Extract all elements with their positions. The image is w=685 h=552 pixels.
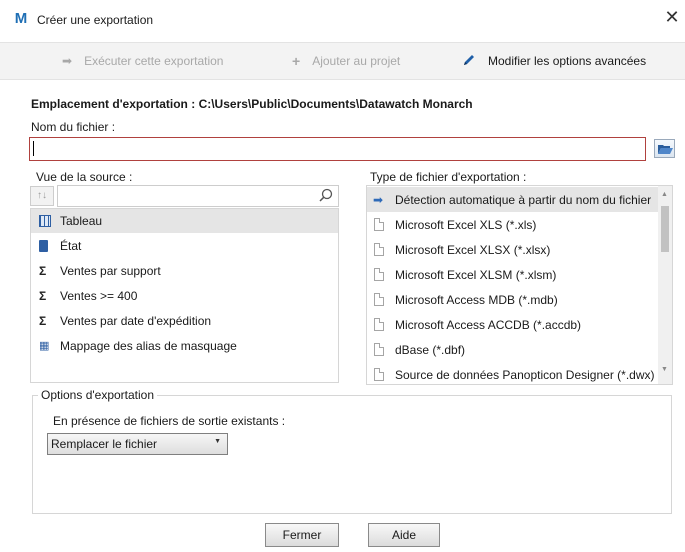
list-item-label: Tableau — [60, 214, 103, 228]
file-icon — [374, 343, 384, 356]
list-item-label: Source de données Panopticon Designer (*… — [395, 367, 655, 382]
mask-alias-icon: ▦ — [39, 340, 50, 352]
advanced-options-button[interactable]: Modifier les options avancées — [462, 43, 646, 79]
file-type-xlsm[interactable]: Microsoft Excel XLSM (*.xlsm) — [367, 262, 660, 287]
list-item-label: Ventes par date d'expédition — [60, 314, 212, 328]
file-type-dbf[interactable]: dBase (*.dbf) — [367, 337, 660, 362]
list-item-label: Mappage des alias de masquage — [60, 339, 237, 353]
file-type-list: ➡ Détection automatique à partir du nom … — [366, 185, 673, 385]
advanced-options-label: Modifier les options avancées — [488, 54, 647, 68]
file-type-scrollbar[interactable]: ▲ ▼ — [658, 186, 672, 384]
summary-icon: Σ — [39, 314, 47, 328]
add-to-project-label: Ajouter au projet — [312, 54, 401, 68]
source-item-ventes-400[interactable]: Σ Ventes >= 400 — [31, 284, 338, 308]
toolbar: ➡ Exécuter cette exportation + Ajouter a… — [0, 42, 685, 80]
list-item-label: Détection automatique à partir du nom du… — [395, 192, 652, 207]
file-type-mdb[interactable]: Microsoft Access MDB (*.mdb) — [367, 287, 660, 312]
file-type-xlsx[interactable]: Microsoft Excel XLSX (*.xlsx) — [367, 237, 660, 262]
list-item-label: Ventes par support — [60, 264, 161, 278]
source-view-label: Vue de la source : — [36, 170, 133, 184]
list-item-label: Ventes >= 400 — [60, 289, 138, 303]
filename-input[interactable] — [29, 137, 646, 161]
pencil-icon — [462, 53, 476, 70]
window-title: Créer une exportation — [37, 13, 154, 27]
scroll-up-icon[interactable]: ▲ — [661, 191, 668, 198]
browse-folder-button[interactable] — [654, 139, 675, 158]
source-item-tableau[interactable]: Tableau — [31, 209, 338, 233]
list-item-label: Microsoft Excel XLS (*.xls) — [395, 217, 537, 232]
auto-detect-arrow-icon: ➡ — [373, 192, 384, 207]
run-export-label: Exécuter cette exportation — [84, 54, 224, 68]
source-item-ventes-par-date[interactable]: Σ Ventes par date d'expédition — [31, 309, 338, 333]
export-location-path: C:\Users\Public\Documents\Datawatch Mona… — [198, 97, 473, 111]
help-button[interactable]: Aide — [368, 523, 440, 547]
table-icon — [39, 215, 51, 227]
file-type-accdb[interactable]: Microsoft Access ACCDB (*.accdb) — [367, 312, 660, 337]
file-icon — [374, 218, 384, 231]
chevron-down-icon: ▼ — [214, 438, 221, 445]
file-icon — [374, 243, 384, 256]
file-type-xls[interactable]: Microsoft Excel XLS (*.xls) — [367, 212, 660, 237]
file-type-label: Type de fichier d'exportation : — [370, 170, 527, 184]
close-button[interactable]: Fermer — [265, 523, 339, 547]
export-options-legend: Options d'exportation — [38, 388, 158, 402]
source-item-mappage-alias[interactable]: ▦ Mappage des alias de masquage — [31, 334, 338, 358]
close-window-button[interactable]: ✕ — [661, 7, 683, 29]
file-icon — [374, 293, 384, 306]
summary-icon: Σ — [39, 289, 47, 303]
folder-open-icon — [658, 145, 673, 154]
list-item-label: État — [60, 239, 82, 253]
search-icon[interactable] — [319, 188, 333, 205]
source-search-input[interactable] — [57, 185, 339, 207]
report-icon — [39, 240, 48, 252]
add-to-project-button[interactable]: + Ajouter au projet — [292, 43, 400, 79]
file-icon — [374, 318, 384, 331]
existing-files-value: Remplacer le fichier — [51, 437, 158, 451]
file-icon — [374, 268, 384, 281]
list-item-label: dBase (*.dbf) — [395, 342, 466, 357]
app-logo-icon: M — [14, 10, 28, 27]
list-item-label: Microsoft Excel XLSX (*.xlsx) — [395, 242, 551, 257]
filename-label: Nom du fichier : — [31, 120, 116, 134]
existing-files-select[interactable]: Remplacer le fichier ▼ — [47, 433, 228, 455]
plus-icon: + — [292, 53, 301, 69]
file-type-auto-detect[interactable]: ➡ Détection automatique à partir du nom … — [367, 187, 660, 212]
source-item-etat[interactable]: État — [31, 234, 338, 258]
run-arrow-icon: ➡ — [62, 54, 73, 68]
file-type-dwx[interactable]: Source de données Panopticon Designer (*… — [367, 362, 660, 384]
source-view-list: Tableau État Σ Ventes par support Σ Vent… — [30, 208, 339, 383]
export-location: Emplacement d'exportation : C:\Users\Pub… — [31, 97, 473, 111]
file-icon — [374, 368, 384, 381]
list-item-label: Microsoft Access MDB (*.mdb) — [395, 292, 558, 307]
export-location-label: Emplacement d'exportation : — [31, 97, 196, 111]
list-item-label: Microsoft Access ACCDB (*.accdb) — [395, 317, 582, 332]
run-export-button[interactable]: ➡ Exécuter cette exportation — [62, 43, 223, 79]
source-item-ventes-par-support[interactable]: Σ Ventes par support — [31, 259, 338, 283]
scrollbar-thumb[interactable] — [661, 206, 669, 252]
summary-icon: Σ — [39, 264, 47, 278]
existing-files-label: En présence de fichiers de sortie exista… — [53, 414, 286, 428]
text-cursor — [33, 141, 34, 156]
scroll-down-icon[interactable]: ▼ — [661, 366, 668, 373]
list-item-label: Microsoft Excel XLSM (*.xlsm) — [395, 267, 557, 282]
source-search-row: ↑↓ — [30, 185, 339, 207]
title-bar: M Créer une exportation ✕ — [0, 0, 685, 38]
sort-toggle-button[interactable]: ↑↓ — [30, 186, 54, 206]
